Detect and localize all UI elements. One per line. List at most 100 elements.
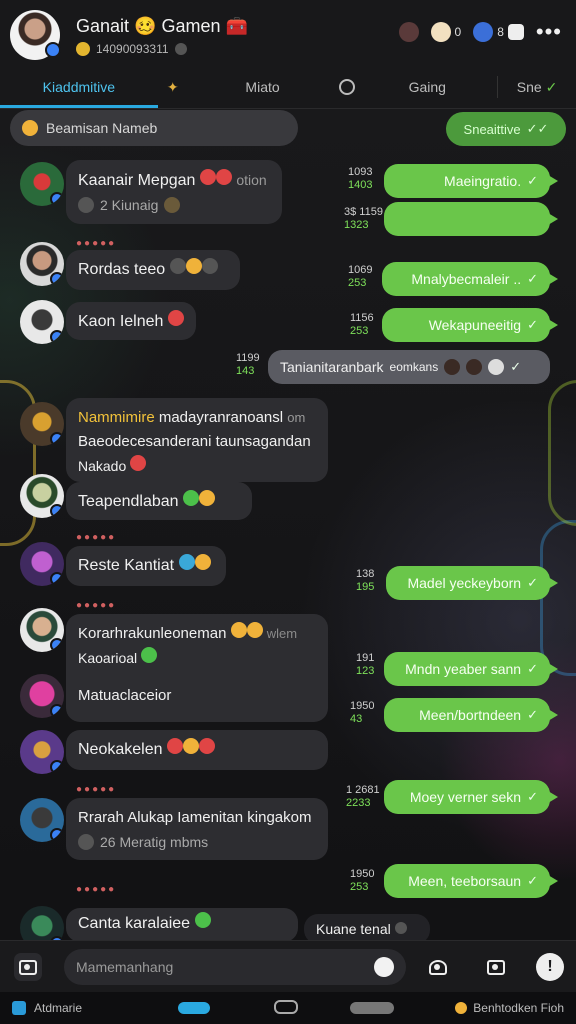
smile-icon [430,22,451,42]
emoji-icon [466,359,483,375]
message-bubble[interactable]: Korarhrakunleoneman wlem Kaoarioal Matua… [66,614,328,722]
message-text: Meen/bortndeen [419,707,522,723]
group-avatar[interactable] [10,10,61,60]
sticker-button[interactable] [424,953,452,981]
user-avatar[interactable] [20,542,64,586]
emoji-icon [178,554,195,570]
message-text: Tanianitaranbark [280,359,384,375]
user-avatar[interactable] [20,402,64,446]
notification-count: 8 [497,25,504,39]
sticker-icon [429,959,447,975]
emoji-count-button[interactable]: 0 [430,22,461,42]
message-text: Baeodecesanderani taunsagandan [78,433,311,450]
emoji-icon [199,169,216,185]
exclamation-icon: ! [536,953,564,981]
user-avatar[interactable] [20,798,64,842]
user-avatar[interactable] [20,300,64,344]
message-bubble[interactable]: Canta karalaiee [66,908,298,942]
sender-name: Kaon Ielneh [78,313,164,330]
message-text: Kaoarioal [78,650,138,666]
message-timestamp: 3$ 1159 1323 [344,206,383,231]
message-bubble[interactable]: Reste Kantiat [66,546,226,586]
message-bubble[interactable]: Rrarah Alukap Iamenitan kingakom 26 Mera… [66,798,328,860]
sender-name: Kaanair Mepgan [78,172,196,189]
user-avatar[interactable] [20,608,64,652]
app-icon [12,1001,26,1015]
user-avatar[interactable] [20,162,64,206]
user-avatar[interactable] [20,674,64,718]
user-avatar[interactable] [20,242,64,286]
coin-icon [76,42,90,56]
message-input[interactable]: Mamemanhang [64,949,406,985]
message-bubble[interactable]: Kaon Ielneh [66,302,196,340]
tab-gaing[interactable]: Gaing [357,66,497,108]
bottom-nav: Atdmarie Benhtodken Fioh [0,992,576,1024]
message-bubble-sent[interactable]: Meen/bortndeen ✓ [384,698,558,732]
alert-button[interactable]: ! [536,953,564,981]
message-bubble-sent[interactable]: Mndn yeaber sann ✓ [384,652,558,686]
bell-icon [473,22,494,42]
message-bubble-sent[interactable]: Mnalybecmaleir .. ✓ [382,262,558,296]
status-toggle-button[interactable]: Sneaittive ✓✓ [446,112,566,146]
emoji-picker-icon[interactable] [374,957,394,977]
message-bubble[interactable]: Neokakelen [66,730,328,770]
photo-button[interactable] [482,953,510,981]
message-text: Madel yeckeyborn [407,575,522,591]
message-text: Mnalybecmaleir .. [411,271,522,287]
double-check-icon: ✓ [527,317,538,332]
message-text: Meen, teeborsaun [408,873,522,889]
nav-back-pill[interactable] [350,1002,394,1014]
emoji-icon [198,738,215,754]
message-bubble-sent[interactable]: Moey verner sekn ✓ [384,780,558,814]
emoji-icon [22,120,38,136]
message-timestamp: 1950 253 [350,868,375,893]
message-timestamp: 1199 143 [236,352,260,377]
double-check-icon: ✓ [527,575,538,590]
message-bubble-sent[interactable]: Madel yeckeyborn ✓ [386,566,558,600]
message-bubble[interactable]: Nammimire madayranranoansl om Baeodecesa… [66,398,328,482]
sender-name: Canta karalaiee [78,915,191,932]
message-subtext: 26 Meratig mbms [100,834,209,850]
sparkle-icon[interactable]: ✦ [158,66,188,108]
message-bubble-sent[interactable] [384,202,558,236]
message-text: Wekapuneeitig [428,317,522,333]
nav-right[interactable]: Benhtodken Fioh [455,1001,564,1015]
search-icon[interactable] [337,66,357,108]
message-bubble-sent[interactable]: Maeingratio. ✓ [384,164,558,198]
message-bubble[interactable]: Rordas teeo [66,250,240,290]
gear-icon [78,834,94,850]
message-text: Maeingratio. [444,173,522,189]
emoji-icon [246,622,263,638]
tab-kiaddmitive[interactable]: Kiaddmitive [0,66,158,108]
chat-header: Ganait 🥴 Gamen 🧰 14090093311 0 8 ••• [0,0,576,66]
message-bubble[interactable]: Teapendlaban [66,482,252,520]
tab-sne[interactable]: Sne ✓ [497,76,576,98]
tab-label: Sne [516,79,542,95]
profile-button[interactable] [398,22,419,42]
user-avatar-icon [398,22,419,42]
message-bubble[interactable]: Kaanair Mepgan otion 2 Kiunaig [66,160,282,224]
message-bubble-sent[interactable]: Meen, teeborsaun ✓ [384,864,558,898]
tab-label: Miato [245,79,280,95]
nav-recents-button[interactable] [274,1000,298,1014]
emoji-icon [182,738,199,754]
emoji-icon [194,554,211,570]
user-avatar[interactable] [20,730,64,774]
more-menu-button[interactable]: ••• [536,21,562,43]
message-bubble-sent[interactable]: Wekapuneeitig ✓ [382,308,558,342]
tab-miato[interactable]: Miato [188,66,338,108]
nav-left[interactable]: Atdmarie [12,1001,82,1015]
rating-dots: ●●●●● [76,532,117,543]
check-icon: ✓ [545,78,558,95]
user-avatar[interactable] [20,474,64,518]
chat-title[interactable]: Ganait 🥴 Gamen 🧰 [76,16,248,37]
message-bubble-sent[interactable]: Tanianitaranbark eomkans ✓ [268,350,550,384]
notifications-button[interactable]: 8 [473,22,524,42]
sender-name: Neokakelen [78,741,163,758]
camera-button[interactable] [14,953,42,981]
settings-icon[interactable] [174,43,187,55]
search-input[interactable]: Beamisan Nameb [10,110,298,146]
rating-dots: ●●●●● [76,600,117,611]
emoji-icon [201,258,218,274]
nav-home-pill[interactable] [178,1002,210,1014]
